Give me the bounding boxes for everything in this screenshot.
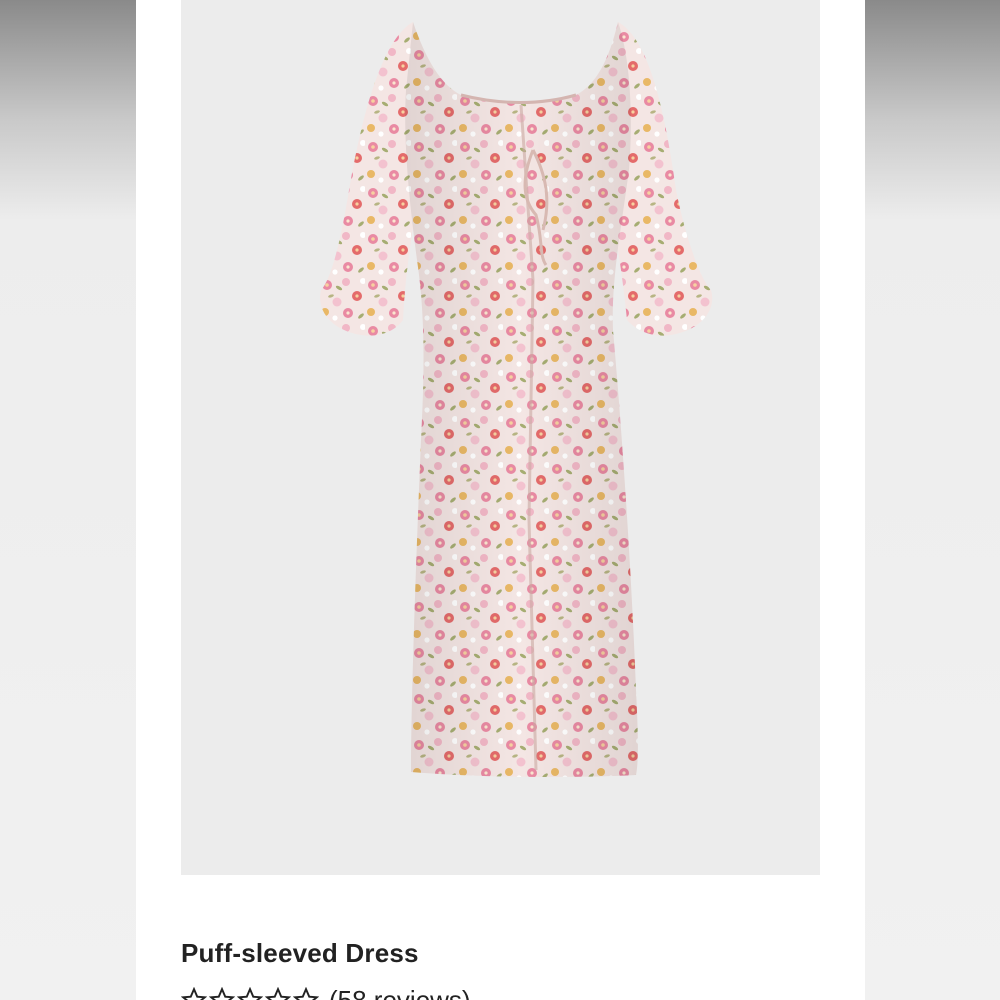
review-count[interactable]: (58 reviews) — [329, 985, 471, 1000]
star-icon — [237, 987, 263, 1000]
star-icon — [265, 987, 291, 1000]
background-left — [0, 0, 136, 1000]
product-card[interactable]: Puff-sleeved Dress (58 reviews) — [136, 0, 865, 1000]
star-icon — [209, 987, 235, 1000]
product-image[interactable] — [181, 0, 820, 875]
rating-row[interactable]: (58 reviews) — [181, 985, 471, 1000]
star-icon — [181, 987, 207, 1000]
background-right — [865, 0, 1000, 1000]
star-icon — [293, 987, 319, 1000]
dress-illustration — [181, 0, 820, 875]
product-title[interactable]: Puff-sleeved Dress — [181, 938, 419, 969]
